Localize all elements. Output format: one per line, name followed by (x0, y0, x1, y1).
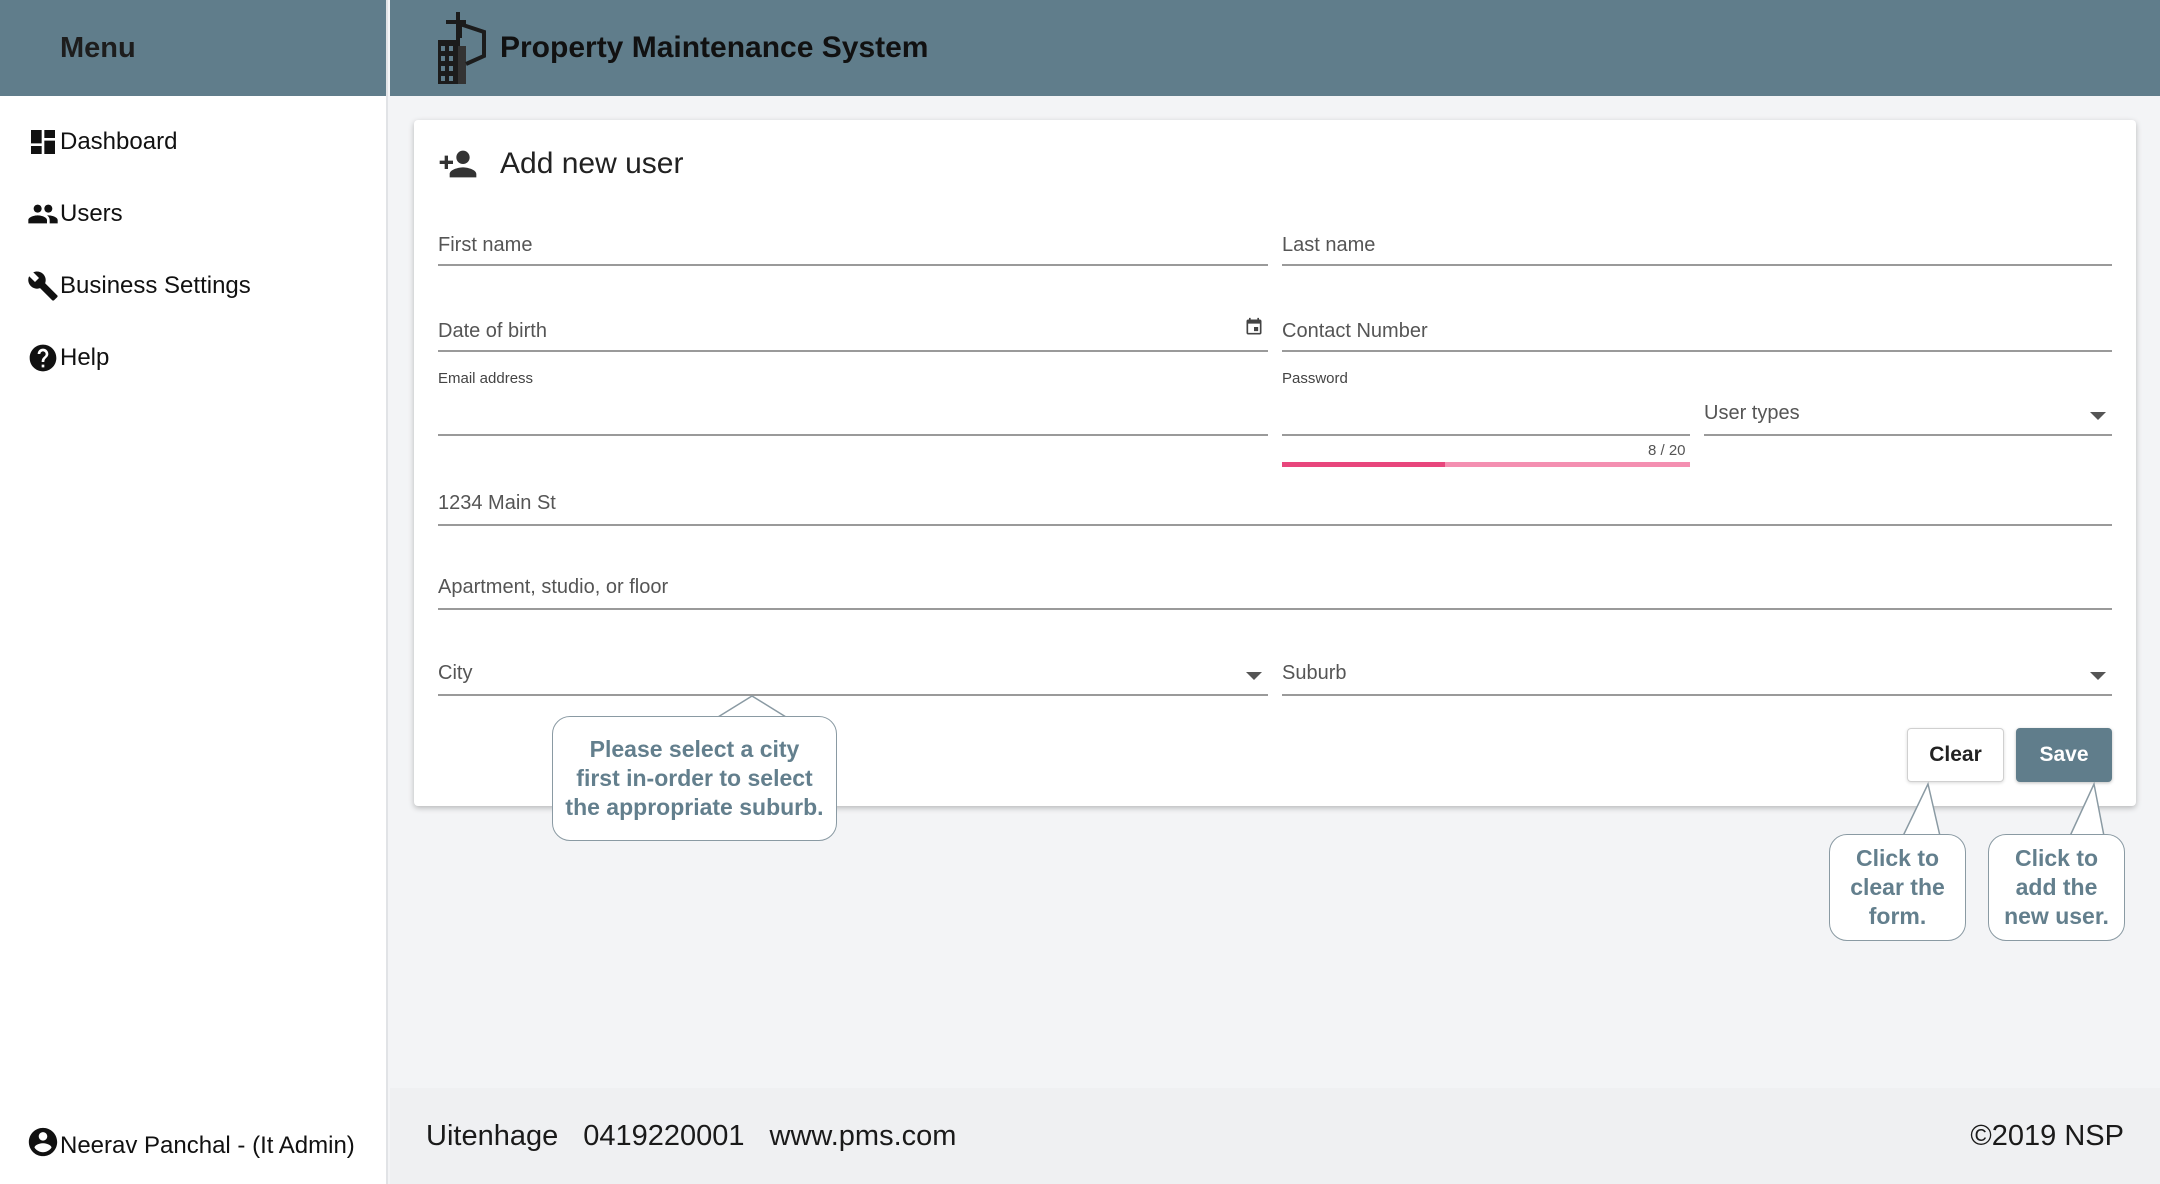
calendar-icon[interactable] (1244, 317, 1264, 342)
chevron-down-icon (1246, 672, 1262, 680)
sidebar-item-label: Users (60, 200, 123, 227)
app-title: Property Maintenance System (500, 31, 929, 64)
first-name-label: First name (438, 234, 533, 256)
building-logo-icon (438, 12, 486, 84)
account-circle-icon (26, 1125, 60, 1166)
password-strength-fill (1282, 462, 1446, 467)
clear-button[interactable]: Clear (1907, 728, 2004, 782)
email-field[interactable]: Email address (438, 370, 1268, 436)
save-tooltip: Click to add the new user. (1988, 834, 2125, 941)
address-line2-field[interactable]: Apartment, studio, or floor (438, 564, 2112, 610)
sidebar-item-label: Dashboard (60, 128, 178, 155)
user-types-label: User types (1704, 402, 1800, 424)
sidebar-header: Menu (0, 0, 386, 96)
clear-tooltip: Click to clear the form. (1829, 834, 1966, 941)
email-label: Email address (438, 370, 534, 387)
chevron-down-icon (2090, 412, 2106, 420)
sidebar-item-label: Business Settings (60, 272, 251, 299)
city-label: City (438, 662, 473, 684)
menu-label: Menu (60, 31, 136, 64)
last-name-field[interactable]: Last name (1282, 224, 2112, 266)
sidebar: Menu Dashboard Users Business Settings H… (0, 0, 388, 1184)
chevron-down-icon (2090, 672, 2106, 680)
current-user[interactable]: Neerav Panchal - (It Admin) (26, 1125, 355, 1166)
date-of-birth-label: Date of birth (438, 320, 547, 342)
contact-number-label: Contact Number (1282, 320, 1428, 342)
address-line1-field[interactable]: 1234 Main St (438, 480, 2112, 526)
add-user-card: Add new user First name Last name Date o… (414, 120, 2136, 806)
save-button[interactable]: Save (2016, 728, 2112, 782)
sidebar-item-business-settings[interactable]: Business Settings (0, 250, 386, 322)
user-types-select[interactable]: User types (1704, 390, 2112, 436)
help-icon (26, 341, 60, 375)
address-line2-label: Apartment, studio, or floor (438, 576, 669, 598)
date-of-birth-field[interactable]: Date of birth (438, 310, 1268, 352)
sidebar-item-users[interactable]: Users (0, 178, 386, 250)
add-person-icon (439, 150, 477, 178)
sidebar-nav: Dashboard Users Business Settings Help (0, 96, 386, 394)
users-icon (26, 197, 60, 231)
top-app-bar: Property Maintenance System (390, 0, 2160, 96)
password-field[interactable]: Password (1282, 370, 1690, 436)
password-counter: 8 / 20 (1648, 442, 1686, 459)
last-name-label: Last name (1282, 234, 1376, 256)
card-header: Add new user (438, 144, 683, 184)
dashboard-icon (26, 125, 60, 159)
footer-website[interactable]: www.pms.com (770, 1120, 957, 1153)
contact-number-field[interactable]: Contact Number (1282, 310, 2112, 352)
first-name-field[interactable]: First name (438, 224, 1268, 266)
suburb-select[interactable]: Suburb (1282, 650, 2112, 696)
wrench-icon (26, 269, 60, 303)
footer-city: Uitenhage (426, 1119, 559, 1152)
sidebar-item-help[interactable]: Help (0, 322, 386, 394)
address-line1-label: 1234 Main St (438, 492, 556, 514)
password-strength-bar (1282, 462, 1690, 467)
footer-copyright: ©2019 NSP (1970, 1119, 2124, 1152)
suburb-label: Suburb (1282, 662, 1347, 684)
city-tooltip: Please select a city first in-order to s… (552, 716, 837, 841)
password-label: Password (1282, 370, 1348, 387)
current-user-label: Neerav Panchal - (It Admin) (60, 1131, 355, 1159)
footer-phone: 0419220001 (583, 1119, 745, 1152)
city-select[interactable]: City (438, 650, 1268, 696)
footer: Uitenhage 0419220001 www.pms.com ©2019 N… (390, 1088, 2160, 1184)
sidebar-item-dashboard[interactable]: Dashboard (0, 106, 386, 178)
sidebar-item-label: Help (60, 344, 110, 371)
card-title: Add new user (500, 147, 684, 180)
